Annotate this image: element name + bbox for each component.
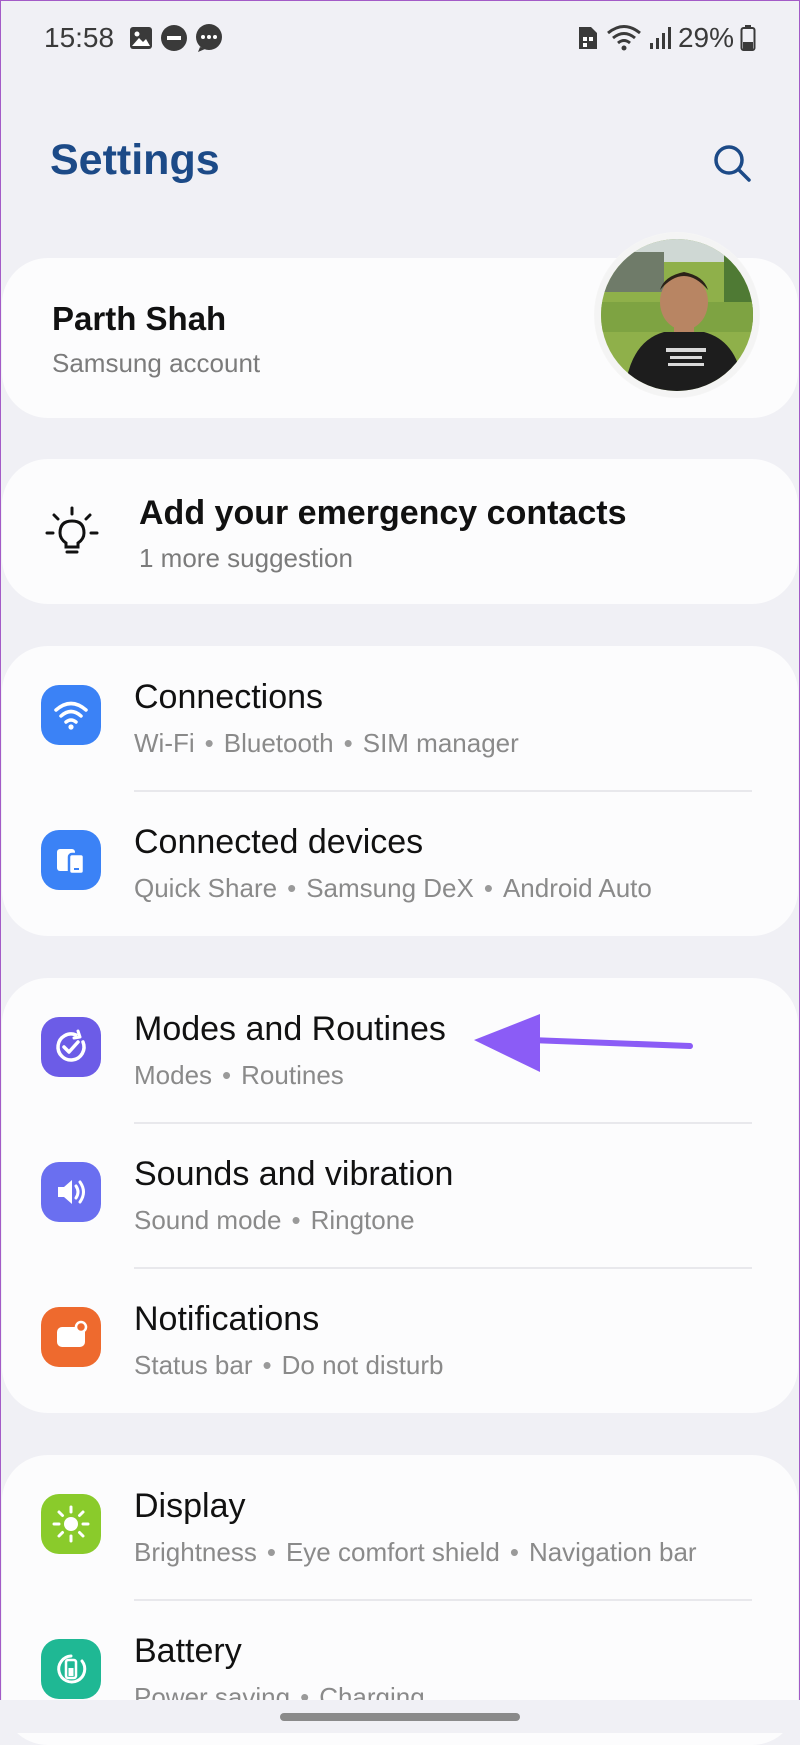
subtitle-part: Ringtone [310,1205,415,1235]
battery-percent: 29% [677,22,734,53]
subtitle-part: Routines [241,1060,344,1090]
suggestion-subtitle: 1 more suggestion [139,543,353,573]
subtitle-part: Navigation bar [528,1537,697,1567]
settings-item-connections[interactable]: Connections Wi-Fi • Bluetooth • SIM manager [2,646,798,791]
annotation-arrow [474,1014,693,1072]
item-title: Connections [134,678,324,716]
settings-item-sounds-and-vibration[interactable]: Sounds and vibration Sound mode • Ringtone [2,1123,798,1268]
settings-group-connections: Connections Wi-Fi • Bluetooth • SIM manager … [2,646,798,936]
account-card[interactable]: Parth Shah Samsung account [2,232,798,418]
subtitle-part: Sound mode [134,1205,282,1235]
search-button[interactable] [705,136,759,190]
account-name: Parth Shah [52,300,227,337]
settings-item-connected-devices[interactable]: Connected devices Quick Share • Samsung De… [2,791,798,936]
wifi-icon [606,24,642,52]
subtitle-part: Status bar [134,1350,253,1380]
volume-icon [41,1162,101,1222]
subtitle-part: Android Auto [502,873,652,903]
item-title: Connected devices [134,823,424,861]
suggestion-card[interactable]: Add your emergency contacts 1 more sugge… [2,459,798,604]
subtitle-part: Bluetooth [223,728,334,758]
wifi-icon [41,685,101,745]
account-subtitle: Samsung account [52,348,261,378]
item-subtitle: Sound mode • Ringtone [134,1205,415,1236]
sim-icon [576,25,600,51]
subtitle-part: Samsung DeX [306,873,474,903]
more-notifications-icon [194,23,224,53]
separator: • [204,728,214,758]
status-left: 15:58 [44,22,224,54]
item-title: Notifications [134,1300,320,1338]
subtitle-part: SIM manager [362,728,519,758]
home-indicator[interactable] [280,1713,520,1721]
subtitle-part: Eye comfort shield [285,1537,500,1567]
separator: • [262,1350,272,1380]
subtitle-part: Brightness [134,1537,257,1567]
subtitle-part: Do not disturb [281,1350,444,1380]
battery-icon [41,1639,101,1699]
item-title: Battery [134,1632,242,1670]
item-subtitle: Quick Share • Samsung DeX • Android Auto [134,873,652,904]
subtitle-part: Modes [134,1060,213,1090]
page-title: Settings [50,136,220,184]
signal-icon [648,25,672,51]
item-subtitle: Modes • Routines [134,1060,344,1091]
battery-icon [740,24,756,52]
devices-icon [41,830,101,890]
separator: • [291,1205,301,1235]
item-title: Display [134,1487,246,1525]
separator: • [266,1537,276,1567]
subtitle-part: Quick Share [134,873,278,903]
suggestion-title: Add your emergency contacts [139,494,627,532]
status-bar: 15:58 29% [0,0,800,76]
settings-item-display[interactable]: Display Brightness • Eye comfort shield • Na… [2,1455,798,1600]
separator: • [483,873,493,903]
status-right: 29% [576,22,756,54]
header: Settings [0,110,800,210]
item-subtitle: Wi-Fi • Bluetooth • SIM manager [134,728,519,759]
clock: 15:58 [44,22,115,53]
check-circle-icon [41,1017,101,1077]
do-not-disturb-icon [160,24,188,52]
separator: • [509,1537,519,1567]
separator: • [287,873,297,903]
settings-item-notifications[interactable]: Notifications Status bar • Do not disturb [2,1268,798,1413]
image-icon [128,25,154,51]
avatar[interactable] [594,232,760,398]
item-title: Modes and Routines [134,1010,446,1048]
sun-icon [41,1494,101,1554]
separator: • [343,728,353,758]
item-subtitle: Brightness • Eye comfort shield • Navigation… [134,1537,697,1568]
subtitle-part: Wi-Fi [134,728,195,758]
item-title: Sounds and vibration [134,1155,454,1193]
notification-icon [41,1307,101,1367]
item-subtitle: Status bar • Do not disturb [134,1350,444,1381]
search-icon [714,145,751,182]
separator: • [222,1060,232,1090]
lightbulb-icon [44,505,100,561]
